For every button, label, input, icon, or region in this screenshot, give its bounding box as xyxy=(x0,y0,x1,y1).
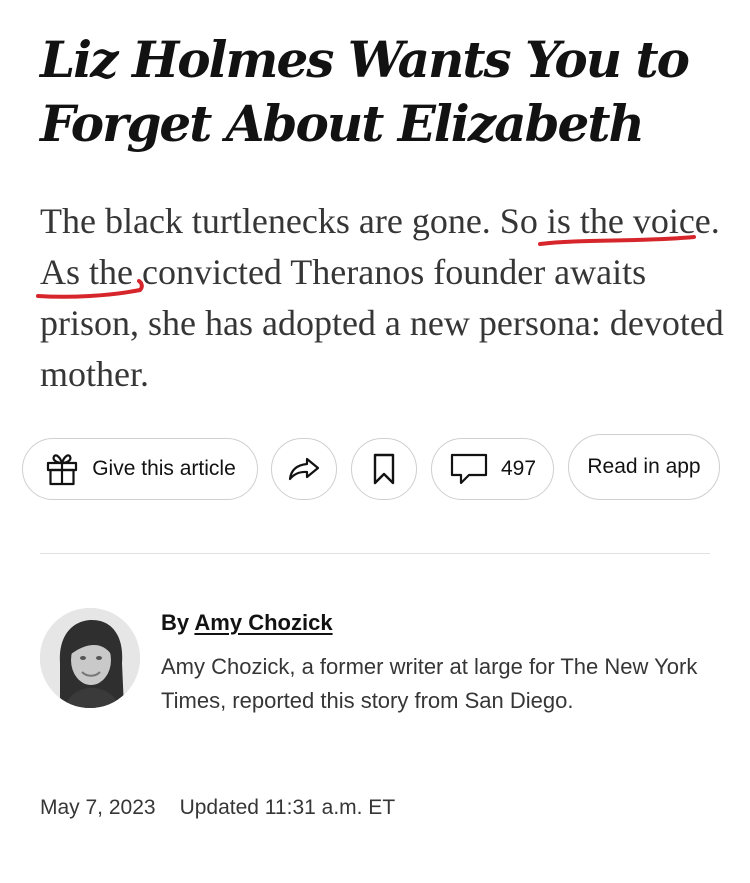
summary-highlight-1: So is the xyxy=(499,201,624,241)
share-arrow-icon xyxy=(287,454,321,484)
summary-text-3: As the convicted Theranos founder awaits… xyxy=(40,252,724,394)
published-date: May 7, 2023 xyxy=(40,796,156,819)
article-actions-bar: Give this article 497 Read in app xyxy=(22,434,732,502)
article-summary: The black turtlenecks are gone. So is th… xyxy=(40,196,730,400)
save-bookmark-button[interactable] xyxy=(351,438,417,500)
byline-prefix: By xyxy=(161,610,190,635)
read-in-app-label: Read in app xyxy=(587,455,701,478)
share-button[interactable] xyxy=(271,438,337,500)
bookmark-icon xyxy=(371,452,397,486)
byline: By Amy Chozick xyxy=(161,610,333,636)
comment-count: 497 xyxy=(500,457,537,480)
gift-article-label: Give this article xyxy=(92,457,236,480)
updated-timestamp: Updated 11:31 a.m. ET xyxy=(179,796,396,819)
gift-article-button[interactable]: Give this article xyxy=(22,438,258,500)
comment-bubble-icon xyxy=(449,452,489,486)
read-in-app-button[interactable]: Read in app xyxy=(568,434,720,500)
author-portrait-image xyxy=(40,608,140,708)
article-dates: May 7, 2023 Updated 11:31 a.m. ET xyxy=(40,796,395,820)
section-divider xyxy=(40,553,710,554)
summary-highlight-2: voice. xyxy=(632,201,720,241)
author-link[interactable]: Amy Chozick xyxy=(194,610,332,635)
author-avatar[interactable] xyxy=(40,608,140,708)
summary-text-1: The black turtlenecks are gone. xyxy=(40,201,500,241)
article-headline: Liz Holmes Wants You to Forget About Eli… xyxy=(40,30,690,153)
summary-text-2 xyxy=(624,201,633,241)
gift-icon xyxy=(44,451,80,487)
comments-button[interactable]: 497 xyxy=(431,438,554,500)
author-bio: Amy Chozick, a former writer at large fo… xyxy=(161,654,698,713)
